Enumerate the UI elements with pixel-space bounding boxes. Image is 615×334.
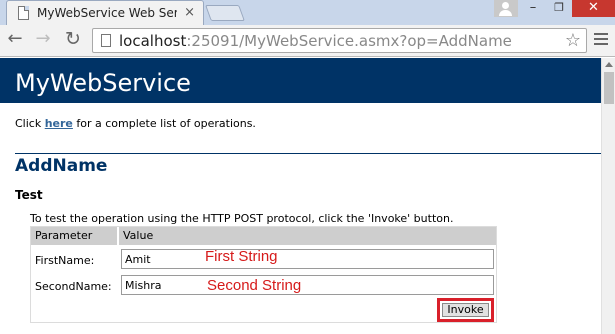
intro-prefix: Click: [15, 117, 45, 130]
address-bar[interactable]: localhost:25091/MyWebService.asmx?op=Add…: [92, 28, 587, 53]
service-banner: MyWebService: [0, 58, 601, 103]
scroll-thumb[interactable]: [604, 72, 614, 104]
browser-tab[interactable]: MyWebService Web Servi ×: [6, 0, 204, 25]
document-icon: [18, 6, 29, 20]
secondname-input[interactable]: [121, 275, 494, 295]
firstname-input[interactable]: [121, 249, 494, 269]
test-heading: Test: [15, 188, 43, 202]
intro-suffix: for a complete list of operations.: [72, 117, 256, 130]
page-content: MyWebService Click here for a complete l…: [0, 58, 601, 334]
restore-button[interactable]: ❐: [546, 0, 572, 17]
operation-name: AddName: [15, 156, 108, 176]
scrollbar[interactable]: [601, 58, 615, 334]
url-host: localhost: [119, 32, 187, 50]
browser-toolbar: ← → ↻ localhost:25091/MyWebService.asmx?…: [0, 25, 615, 57]
invoke-button[interactable]: Invoke: [442, 303, 489, 317]
bookmark-star-icon[interactable]: ☆: [565, 30, 581, 51]
operations-list-link[interactable]: here: [45, 117, 73, 130]
header-value: Value: [123, 229, 154, 242]
firstname-label: FirstName:: [35, 254, 95, 267]
annotation-first-string: First String: [205, 248, 278, 265]
test-description: To test the operation using the HTTP POS…: [30, 212, 454, 225]
close-window-button[interactable]: ✕: [572, 0, 615, 17]
page-icon: [101, 34, 111, 47]
invoke-highlight: Invoke: [437, 298, 494, 322]
intro-text: Click here for a complete list of operat…: [15, 117, 256, 130]
annotation-second-string: Second String: [207, 277, 302, 294]
secondname-label: SecondName:: [35, 280, 112, 293]
user-profile-icon[interactable]: [494, 0, 518, 17]
table-header: Parameter Value: [31, 227, 496, 245]
browser-tab-bar: MyWebService Web Servi × – ❐ ✕: [0, 0, 615, 25]
back-button[interactable]: ←: [4, 29, 26, 51]
parameter-table: Parameter Value FirstName: SecondName:: [30, 226, 497, 323]
url-text[interactable]: localhost:25091/MyWebService.asmx?op=Add…: [119, 32, 512, 50]
section-divider: [15, 153, 601, 154]
scroll-up-icon[interactable]: [605, 62, 613, 67]
minimize-button[interactable]: –: [520, 0, 546, 17]
reload-button[interactable]: ↻: [62, 29, 84, 51]
menu-icon[interactable]: [594, 33, 608, 47]
page-title: MyWebService: [15, 69, 191, 97]
url-path: :25091/MyWebService.asmx?op=AddName: [186, 32, 512, 50]
header-parameter: Parameter: [35, 229, 93, 242]
forward-button[interactable]: →: [32, 29, 54, 51]
tab-title: MyWebService Web Servi: [37, 6, 177, 20]
new-tab-button[interactable]: [205, 5, 245, 21]
tab-close-icon[interactable]: ×: [184, 5, 195, 20]
